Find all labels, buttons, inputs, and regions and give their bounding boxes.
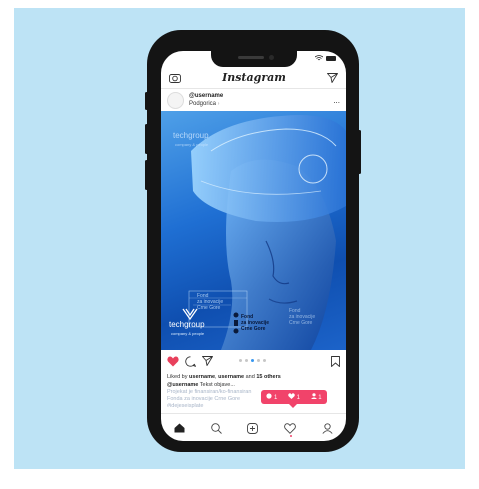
- battery-icon: [326, 55, 336, 61]
- fund-text-right: Fond za inovacije Crne Gore: [289, 308, 316, 326]
- post-image[interactable]: techgroup company & people Fond za inova…: [161, 111, 346, 350]
- carousel-dot: [239, 359, 242, 362]
- like-count: 1: [288, 393, 300, 401]
- phone-screen: Instagram @username Podgorica › ... tech…: [161, 51, 346, 441]
- post-username[interactable]: @username: [189, 92, 223, 100]
- new-post-icon[interactable]: [247, 422, 259, 434]
- follower-count: 1: [310, 393, 322, 401]
- carousel-dot: [245, 359, 248, 362]
- home-icon[interactable]: [174, 423, 185, 433]
- share-icon[interactable]: [202, 356, 213, 366]
- wifi-icon: [315, 55, 323, 61]
- notch: [211, 51, 297, 67]
- volume-down-button: [145, 160, 148, 190]
- comment-count: 1: [266, 393, 277, 401]
- activity-notification[interactable]: 1 1 1: [261, 390, 327, 408]
- comment-icon[interactable]: [185, 355, 196, 367]
- search-icon[interactable]: [210, 422, 222, 434]
- avatar[interactable]: [167, 91, 184, 109]
- fund-text: Fond za inovacije Crne Gore: [241, 314, 270, 332]
- direct-message-icon[interactable]: [327, 72, 338, 83]
- top-bar: Instagram: [161, 67, 346, 89]
- activity-heart-icon[interactable]: [284, 422, 297, 434]
- front-camera: [269, 55, 274, 60]
- speaker: [238, 56, 264, 59]
- carousel-dot-active: [251, 359, 254, 362]
- heart-filled-icon[interactable]: [167, 356, 179, 367]
- caption-hashtag[interactable]: #idejeseisplate: [167, 403, 342, 410]
- status-bar: [315, 55, 336, 61]
- more-options-button[interactable]: ...: [333, 96, 340, 105]
- mute-switch: [145, 92, 148, 110]
- profile-icon[interactable]: [322, 422, 333, 434]
- bottom-tab-bar: [161, 413, 346, 441]
- fund-text-faded: Fond za inovacije Crne Gore: [197, 293, 224, 311]
- caption-text: Tekst objave...: [199, 382, 235, 388]
- activity-indicator-dot: [290, 435, 292, 437]
- post-header: @username Podgorica › ...: [161, 89, 346, 111]
- brand-bottom-sub: company & people: [171, 331, 205, 336]
- caption-username[interactable]: @username: [167, 382, 198, 388]
- techgroup-logo-icon: [182, 308, 198, 321]
- brand-bottom: techgroup: [169, 320, 205, 329]
- instagram-logo: Instagram: [222, 71, 286, 84]
- post-location[interactable]: Podgorica: [189, 101, 216, 107]
- heart-icon: [288, 393, 295, 399]
- carousel-dot: [257, 359, 260, 362]
- comment-bubble-icon: [266, 393, 272, 399]
- camera-icon[interactable]: [169, 73, 181, 83]
- likes-summary[interactable]: Liked by username, username and 15 other…: [167, 374, 281, 380]
- user-icon: [310, 393, 317, 399]
- power-button: [358, 130, 361, 174]
- brand-top: techgroup: [173, 131, 209, 140]
- location-arrow-icon: ›: [217, 101, 220, 107]
- carousel-indicator: [239, 359, 266, 362]
- fund-logo-icon: [233, 312, 239, 334]
- carousel-dot: [263, 359, 266, 362]
- brand-top-sub: company & people: [175, 142, 209, 147]
- bookmark-icon[interactable]: [331, 355, 340, 367]
- volume-up-button: [145, 124, 148, 154]
